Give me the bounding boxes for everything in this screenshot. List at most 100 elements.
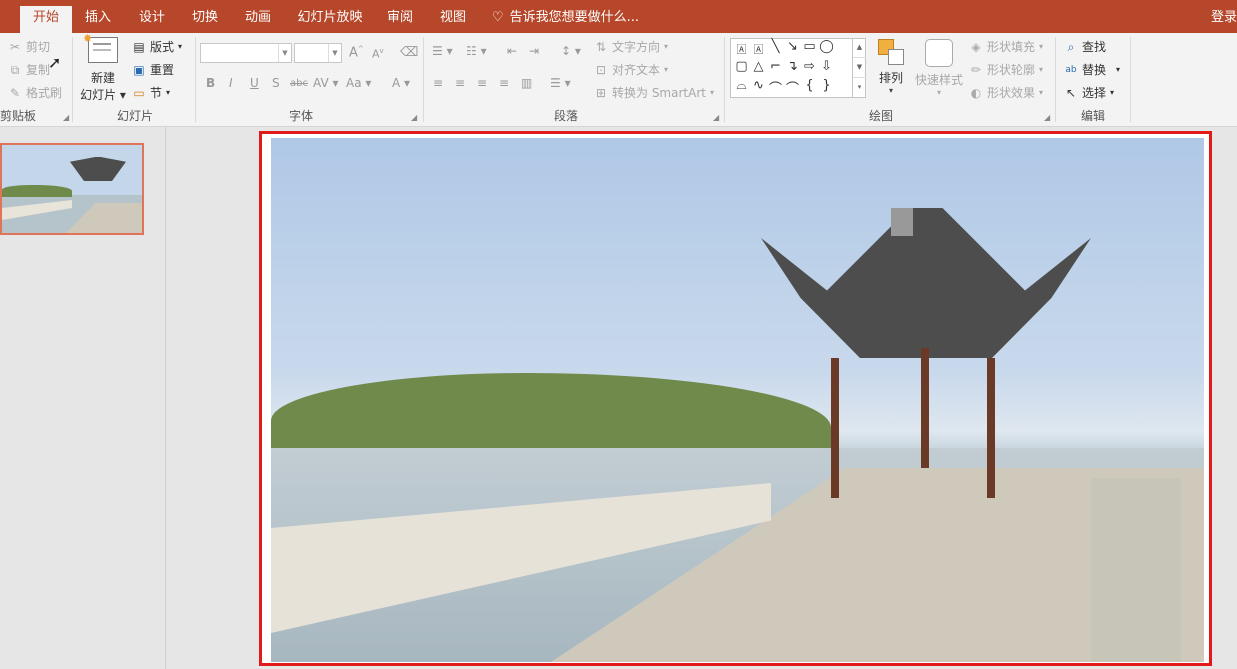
shape-effects-button[interactable]: ◐ 形状效果 ▾	[969, 84, 1043, 101]
justify-icon[interactable]: ≡	[499, 76, 509, 90]
oval-shape-icon[interactable]: ◯	[818, 39, 835, 54]
change-case-button[interactable]: Aa ▾	[346, 76, 371, 90]
chevron-up-icon[interactable]: ▲	[853, 38, 866, 57]
rounded-rect-shape-icon[interactable]: ▢	[733, 59, 750, 74]
tab-design[interactable]: 设计	[128, 0, 176, 33]
tab-transitions[interactable]: 切换	[181, 0, 229, 33]
pointer-icon: ↖	[1065, 85, 1077, 100]
drawing-group-label: 绘图	[869, 109, 894, 123]
pavilion-roof	[761, 208, 1091, 358]
shadow-button[interactable]: S	[272, 76, 280, 90]
clipboard-launcher-icon[interactable]: ◢	[63, 113, 69, 122]
curve-shape-icon[interactable]: ⌒	[767, 78, 784, 97]
align-text-label: 对齐文本	[612, 63, 661, 77]
freeform-shape-icon[interactable]: ⌓	[733, 78, 750, 93]
reset-button[interactable]: ▣ 重置	[132, 61, 174, 78]
layout-label: 版式	[150, 40, 175, 54]
font-color-button[interactable]: A ▾	[392, 76, 410, 90]
quick-styles-button[interactable]: 快速样式 ▾	[913, 39, 965, 97]
clear-formatting-icon[interactable]: ⌫	[400, 45, 418, 60]
align-text-button[interactable]: ⊡ 对齐文本 ▾	[594, 61, 668, 78]
align-center-icon[interactable]: ≡	[455, 76, 465, 90]
shape-outline-button[interactable]: ✏ 形状轮廓 ▾	[969, 61, 1043, 78]
sign-in-link[interactable]: 登录	[1211, 0, 1237, 33]
line-spacing-icon[interactable]: ↕ ▾	[561, 44, 581, 58]
mouse-cursor-icon: ➚	[48, 53, 62, 72]
quick-styles-label: 快速样式	[914, 73, 963, 87]
line-shape-icon[interactable]: ╲	[767, 39, 784, 54]
arrange-button[interactable]: 排列 ▾	[872, 39, 910, 95]
increase-indent-icon[interactable]: ⇥	[529, 44, 539, 58]
select-button[interactable]: ↖ 选择 ▾	[1064, 84, 1114, 101]
italic-button[interactable]: I	[229, 76, 233, 90]
decrease-indent-icon[interactable]: ⇤	[507, 44, 517, 58]
scribble-shape-icon[interactable]: ∿	[750, 78, 767, 93]
smartart-icon: ⊞	[595, 85, 607, 100]
shape-fill-button[interactable]: ◈ 形状填充 ▾	[969, 38, 1043, 55]
right-brace-icon[interactable]: }	[818, 78, 835, 93]
down-arrow-shape-icon[interactable]: ⇩	[818, 59, 835, 74]
shape-outline-label: 形状轮廓	[987, 63, 1036, 77]
shrink-font-button[interactable]: Av	[372, 47, 384, 61]
tab-animations[interactable]: 动画	[234, 0, 282, 33]
tab-review[interactable]: 审阅	[376, 0, 424, 33]
align-right-icon[interactable]: ≡	[477, 76, 487, 90]
drawing-launcher-icon[interactable]: ◢	[1044, 113, 1050, 122]
shapes-gallery[interactable]: 🄰 🄰 ╲ ↘ ▭ ◯ ▢ △ ⌐ ↴ ⇨ ⇩ ⌓ ∿ ⌒ ⌒ { }	[730, 38, 866, 98]
slide-thumbnail-1[interactable]	[0, 143, 144, 235]
gallery-more-icon[interactable]: ▾	[853, 77, 866, 97]
text-direction-button[interactable]: ⇅ 文字方向 ▾	[594, 38, 668, 55]
slide-thumbnail-pane	[0, 127, 166, 669]
strikethrough-button[interactable]: abc	[290, 78, 308, 89]
tab-insert[interactable]: 插入	[74, 0, 122, 33]
arc-shape-icon[interactable]: ⌒	[784, 78, 801, 97]
replace-button[interactable]: ab 替换 ▾	[1064, 61, 1120, 78]
paragraph-launcher-icon[interactable]: ◢	[713, 113, 719, 122]
underline-button[interactable]: U	[250, 76, 259, 90]
char-spacing-button[interactable]: AV ▾	[313, 76, 339, 90]
new-slide-button[interactable]: ✸ 新建 幻灯片 ▾	[80, 32, 126, 102]
left-brace-icon[interactable]: {	[801, 78, 818, 93]
rectangle-shape-icon[interactable]: ▭	[801, 39, 818, 54]
replace-icon: ab	[1065, 64, 1077, 75]
font-launcher-icon[interactable]: ◢	[411, 113, 417, 122]
font-size-combo[interactable]: ▼	[294, 43, 342, 63]
chevron-down-icon: ▾	[936, 88, 941, 97]
elbow-arrow-icon[interactable]: ↴	[784, 59, 801, 74]
elbow-connector-icon[interactable]: ⌐	[767, 59, 784, 74]
grow-font-button[interactable]: A^	[349, 45, 364, 60]
copy-button[interactable]: ⧉ 复制	[8, 61, 50, 78]
tab-slideshow[interactable]: 幻灯片放映	[290, 0, 370, 33]
divider	[1055, 37, 1056, 122]
chevron-down-icon[interactable]: ▼	[853, 57, 866, 77]
shapes-gallery-scroll[interactable]: ▲ ▼ ▾	[852, 38, 866, 98]
search-icon: ⌕	[1067, 39, 1075, 54]
layout-button[interactable]: ▤ 版式 ▾	[132, 38, 182, 55]
pavilion-pillar	[831, 358, 839, 498]
find-button[interactable]: ⌕ 查找	[1064, 38, 1106, 55]
textbox-shape-icon[interactable]: 🄰	[733, 41, 750, 56]
text-align-vertical-icon[interactable]: ☰ ▾	[550, 76, 571, 90]
font-name-combo[interactable]: ▼	[200, 43, 292, 63]
cut-button[interactable]: ✂ 剪切	[8, 38, 50, 55]
bullets-icon[interactable]: ☰ ▾	[432, 44, 453, 58]
font-group-label: 字体	[289, 109, 314, 123]
vertical-textbox-shape-icon[interactable]: 🄰	[750, 41, 767, 56]
stone-pillar-right	[1091, 478, 1181, 662]
columns-icon[interactable]: ▥	[521, 76, 532, 90]
bold-button[interactable]: B	[206, 76, 215, 90]
align-left-icon[interactable]: ≡	[433, 76, 443, 90]
tell-me-box[interactable]: ♡ 告诉我您想要做什么...	[492, 0, 639, 33]
triangle-shape-icon[interactable]: △	[750, 59, 767, 74]
right-arrow-shape-icon[interactable]: ⇨	[801, 59, 818, 74]
arrow-line-shape-icon[interactable]: ↘	[784, 39, 801, 54]
smartart-button[interactable]: ⊞ 转换为 SmartArt ▾	[594, 84, 714, 101]
tab-view[interactable]: 视图	[429, 0, 477, 33]
replace-label: 替换	[1082, 63, 1107, 77]
numbering-icon[interactable]: ☷ ▾	[466, 44, 487, 58]
section-button[interactable]: ▭ 节 ▾	[132, 84, 170, 101]
lightbulb-icon: ♡	[492, 10, 504, 25]
slide-canvas-photo[interactable]	[271, 138, 1204, 662]
tab-home[interactable]: 开始	[20, 6, 72, 33]
format-painter-button[interactable]: ✎ 格式刷	[8, 84, 62, 101]
